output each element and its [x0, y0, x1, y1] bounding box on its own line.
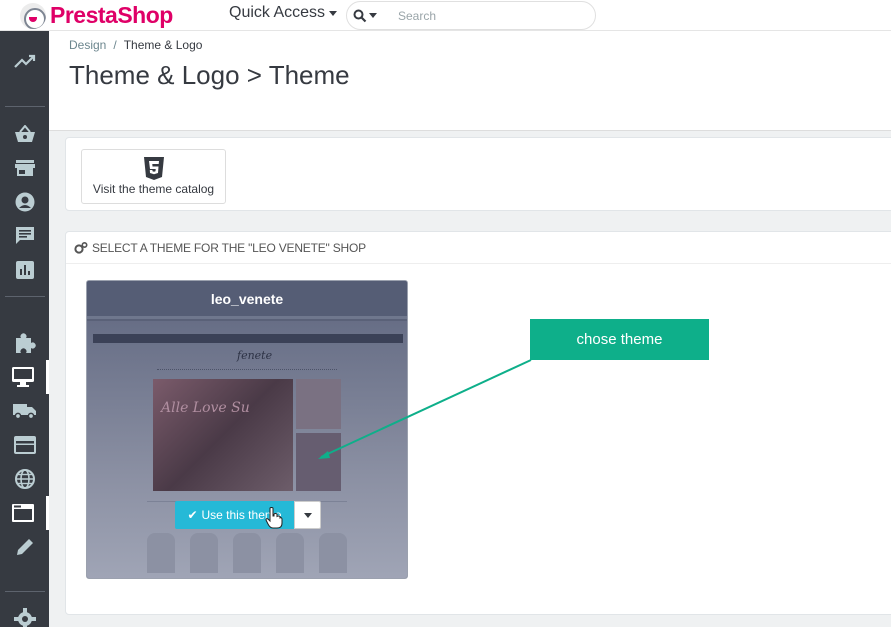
sidebar-item-customer-service[interactable]	[0, 219, 49, 253]
sidebar-item-edit[interactable]	[0, 530, 49, 564]
truck-icon	[12, 404, 36, 420]
pencil-icon	[16, 539, 33, 555]
store-icon	[14, 160, 35, 176]
panel-heading-text: SELECT A THEME FOR THE "LEO VENETE" SHOP	[92, 240, 366, 255]
search-type-button[interactable]	[347, 2, 383, 29]
sidebar-item-catalog[interactable]	[0, 151, 49, 185]
trending-up-icon	[13, 54, 35, 68]
sidebar-item-theme-logo[interactable]	[0, 496, 49, 530]
bar-chart-icon	[15, 261, 34, 279]
account-icon	[15, 192, 34, 212]
breadcrumb-current: Theme & Logo	[123, 38, 203, 52]
chevron-down-icon	[303, 512, 312, 518]
preview-hero-text: Alle Love Su	[161, 400, 250, 416]
breadcrumb-separator: /	[113, 38, 117, 52]
quick-access-dropdown[interactable]: Quick Access	[229, 4, 338, 22]
window-icon	[12, 504, 34, 522]
sidebar-item-shipping[interactable]	[0, 394, 49, 428]
globe-icon	[14, 469, 35, 489]
breadcrumb: Design / Theme & Logo	[69, 38, 202, 52]
desktop-icon	[12, 367, 34, 387]
basket-icon	[14, 125, 35, 142]
catalog-panel: Visit the theme catalog	[65, 137, 891, 211]
quick-access-label: Quick Access	[229, 4, 326, 21]
search-box	[346, 1, 596, 30]
puzzle-icon	[15, 333, 36, 353]
preview-logo: fenete	[237, 349, 273, 362]
search-icon	[353, 9, 367, 22]
prestashop-logo[interactable]: PrestaShop	[20, 2, 173, 29]
sidebar-item-stats[interactable]	[0, 253, 49, 287]
page-title: Theme & Logo > Theme	[69, 60, 350, 90]
top-header: PrestaShop Quick Access	[0, 0, 891, 31]
theme-select-panel: SELECT A THEME FOR THE "LEO VENETE" SHOP…	[65, 231, 891, 615]
sidebar-item-orders[interactable]	[0, 117, 49, 151]
theme-name-bar: leo_venete	[87, 281, 407, 319]
page-header: Design / Theme & Logo Theme & Logo > Theme	[49, 31, 891, 131]
sidebar-item-settings[interactable]	[0, 602, 49, 627]
hand-cursor-icon	[265, 507, 283, 529]
chevron-down-icon	[369, 13, 377, 18]
chat-icon	[15, 227, 34, 244]
annotation-callout: chose theme	[530, 319, 709, 360]
gears-icon	[74, 241, 88, 254]
theme-preview-image: fenete Alle Love Su ✔ Use this theme	[87, 321, 407, 578]
sidebar-item-design[interactable]	[0, 360, 49, 394]
sidebar-item-payment[interactable]	[0, 428, 49, 462]
panel-heading: SELECT A THEME FOR THE "LEO VENETE" SHOP	[66, 232, 891, 264]
visit-theme-catalog-button[interactable]: Visit the theme catalog	[81, 149, 226, 204]
search-input[interactable]	[398, 8, 588, 23]
settings-icon	[13, 608, 36, 627]
sidebar-item-modules[interactable]	[0, 326, 49, 360]
chevron-down-icon	[329, 10, 338, 16]
check-icon: ✔	[187, 508, 198, 522]
credit-card-icon	[13, 436, 36, 454]
breadcrumb-design-link[interactable]: Design	[69, 38, 106, 52]
sidebar	[0, 31, 49, 627]
sidebar-item-customers[interactable]	[0, 185, 49, 219]
prestashop-logo-icon	[20, 2, 46, 29]
html5-icon	[143, 157, 164, 180]
logo-text: PrestaShop	[50, 2, 173, 28]
visit-theme-catalog-label: Visit the theme catalog	[92, 182, 215, 196]
theme-actions-dropdown[interactable]	[294, 501, 321, 529]
sidebar-item-international[interactable]	[0, 462, 49, 496]
theme-name: leo_venete	[210, 290, 284, 307]
sidebar-item-dashboard[interactable]	[0, 44, 49, 78]
theme-card: leo_venete fenete Alle Love Su ✔ Use thi…	[86, 280, 408, 579]
